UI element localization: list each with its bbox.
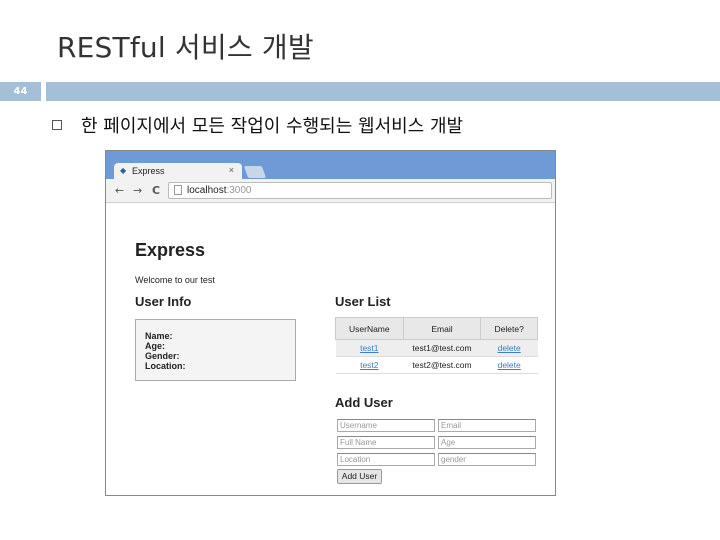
page-heading: Express	[135, 240, 206, 260]
reload-icon[interactable]: C	[152, 184, 160, 197]
user-table: UserName Email Delete? test1 test1@test.…	[335, 317, 538, 374]
back-arrow-icon[interactable]: ←	[115, 184, 124, 197]
gender-label: Gender:	[145, 351, 180, 361]
table-row: test2 test2@test.com delete	[335, 356, 538, 374]
delete-cell: delete	[480, 339, 538, 357]
email-input[interactable]: Email	[438, 419, 536, 432]
delete-cell: delete	[480, 356, 538, 374]
email-cell: test1@test.com	[403, 339, 481, 357]
username-link[interactable]: test1	[360, 343, 378, 353]
delete-link[interactable]: delete	[498, 360, 521, 370]
username-cell: test1	[335, 339, 404, 357]
close-icon[interactable]: ×	[229, 165, 234, 175]
username-cell: test2	[335, 356, 404, 374]
browser-toolbar: ← → C localhost:3000	[106, 179, 555, 203]
location-input[interactable]: Location	[337, 453, 435, 466]
url-port: :3000	[226, 185, 252, 196]
new-tab-button[interactable]	[243, 166, 267, 178]
delete-link[interactable]: delete	[498, 343, 521, 353]
column-header: Email	[402, 317, 482, 340]
table-row: test1 test1@test.com delete	[335, 339, 538, 357]
welcome-text: Welcome to our test	[135, 275, 215, 285]
name-label: Name:	[145, 331, 173, 341]
bullet-text: 한 페이지에서 모든 작업이 수행되는 웹서비스 개발	[81, 116, 464, 137]
forward-arrow-icon[interactable]: →	[133, 184, 142, 197]
header-bar	[46, 82, 720, 101]
table-header-row: UserName Email Delete?	[335, 317, 538, 340]
url-text: localhost:3000	[187, 185, 252, 196]
web-page: Express Welcome to our test User Info Na…	[106, 204, 555, 495]
tab-title: Express	[132, 166, 165, 176]
browser-tab[interactable]: ◆ Express ×	[114, 163, 242, 180]
user-info-heading: User Info	[135, 294, 192, 309]
slide-title: RESTful 서비스 개발	[57, 31, 314, 64]
add-user-button[interactable]: Add User	[337, 469, 382, 484]
fullname-input[interactable]: Full Name	[337, 436, 435, 449]
browser-tab-strip: ◆ Express ×	[106, 151, 555, 180]
column-header: Delete?	[480, 317, 538, 340]
column-header: UserName	[335, 317, 404, 340]
gender-input[interactable]: gender	[438, 453, 536, 466]
age-label: Age:	[145, 341, 165, 351]
browser-screenshot: ◆ Express × ← → C localhost:3000 Express…	[105, 150, 556, 496]
express-favicon-icon: ◆	[120, 166, 127, 175]
square-bullet-icon	[52, 120, 62, 130]
url-host: localhost	[187, 185, 227, 196]
page-icon	[174, 185, 182, 195]
age-input[interactable]: Age	[438, 436, 536, 449]
location-label: Location:	[145, 361, 186, 371]
user-list-heading: User List	[335, 294, 391, 309]
email-cell: test2@test.com	[403, 356, 481, 374]
bullet-item: 한 페이지에서 모든 작업이 수행되는 웹서비스 개발	[52, 112, 463, 138]
add-user-heading: Add User	[335, 395, 393, 410]
slide-number: 44	[0, 82, 41, 101]
address-bar[interactable]: localhost:3000	[168, 182, 552, 199]
username-link[interactable]: test2	[360, 360, 378, 370]
user-info-panel: Name: Age: Gender: Location:	[135, 319, 296, 381]
username-input[interactable]: Username	[337, 419, 435, 432]
